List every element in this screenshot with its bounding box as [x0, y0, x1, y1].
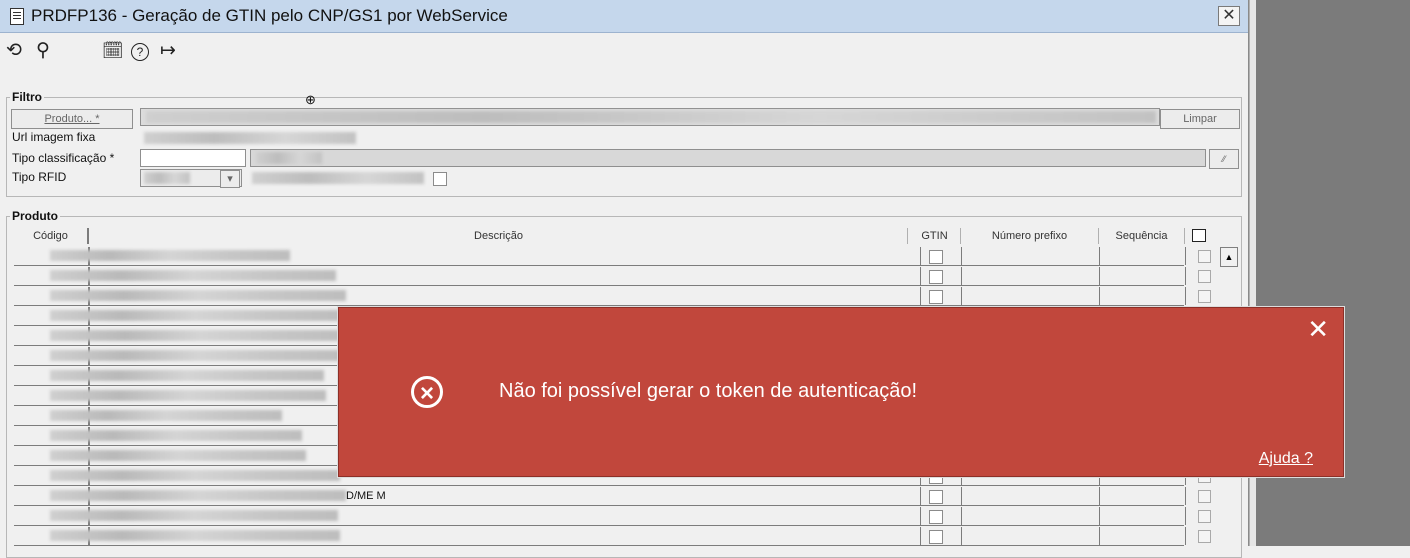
cell-sequencia[interactable] — [1100, 247, 1186, 265]
zoom-cursor-icon: ⊕ — [305, 92, 316, 107]
row-text-blurred — [50, 450, 306, 461]
row-text-blurred — [50, 410, 282, 421]
col-header-sequencia[interactable]: Sequência — [1099, 228, 1185, 244]
undo-icon[interactable]: ⟲ — [6, 41, 22, 61]
table-row[interactable] — [14, 267, 1211, 286]
row-select-checkbox[interactable] — [1198, 270, 1211, 283]
row-text-blurred — [50, 270, 336, 281]
toolbar: ⟲ ⚲ 🗓 ? ↦ — [0, 33, 1248, 69]
cell-sequencia[interactable] — [1100, 527, 1186, 545]
cell-numero-prefixo[interactable] — [962, 507, 1100, 525]
tipo-rfid-dropdown-button[interactable]: ▾ — [220, 170, 240, 188]
toast-close-icon[interactable]: ✕ — [1307, 316, 1329, 342]
tipo-rfid-label: Tipo RFID — [12, 170, 67, 184]
gtin-checkbox[interactable] — [929, 250, 943, 264]
help-icon[interactable]: ? — [131, 43, 149, 61]
rfid-option-checkbox[interactable] — [433, 172, 447, 186]
url-value-blurred — [144, 132, 356, 144]
product-value-blurred — [146, 111, 1156, 123]
row-text-blurred — [50, 310, 340, 321]
tipo-classificacao-desc-field — [250, 149, 1206, 167]
row-text-blurred — [50, 290, 346, 301]
toast-message: Não foi possível gerar o token de autent… — [499, 380, 918, 402]
product-button[interactable]: Produto... * — [11, 109, 133, 129]
table-row[interactable] — [14, 247, 1211, 266]
row-text-blurred — [50, 370, 324, 381]
row-select-checkbox[interactable] — [1198, 530, 1211, 543]
row-text-blurred — [50, 330, 350, 341]
row-select-checkbox[interactable] — [1198, 290, 1211, 303]
cell-numero-prefixo[interactable] — [962, 267, 1100, 285]
scroll-up-button[interactable]: ▲ — [1220, 247, 1238, 267]
title-bar: PRDFP136 - Geração de GTIN pelo CNP/GS1 … — [0, 0, 1248, 33]
cell-sequencia[interactable] — [1100, 287, 1186, 305]
error-circle-icon: × — [411, 376, 443, 408]
search-icon[interactable]: ⚲ — [36, 41, 50, 61]
calendar-icon[interactable]: 🗓 — [102, 41, 124, 61]
row-text-blurred — [50, 250, 290, 261]
window-title: PRDFP136 - Geração de GTIN pelo CNP/GS1 … — [31, 6, 508, 25]
row-text-blurred — [50, 490, 346, 501]
col-header-numero-prefixo[interactable]: Número prefixo — [961, 228, 1099, 244]
toast-help-link[interactable]: Ajuda ? — [1259, 450, 1313, 468]
gtin-checkbox[interactable] — [929, 270, 943, 284]
select-all-checkbox[interactable] — [1192, 229, 1206, 242]
tipo-classificacao-code-field[interactable] — [140, 149, 246, 167]
cell-sequencia[interactable] — [1100, 507, 1186, 525]
close-button[interactable]: ✕ — [1218, 6, 1240, 26]
row-text-blurred — [50, 430, 302, 441]
cell-numero-prefixo[interactable] — [962, 247, 1100, 265]
tipo-classificacao-lookup-button[interactable]: ⁄⁄ — [1209, 149, 1239, 169]
table-row[interactable] — [14, 287, 1211, 306]
row-description-text: D/ME M — [346, 490, 386, 502]
document-icon — [10, 8, 24, 25]
cell-numero-prefixo[interactable] — [962, 527, 1100, 545]
url-image-label: Url imagem fixa — [12, 130, 96, 144]
gtin-checkbox[interactable] — [929, 530, 943, 544]
cell-sequencia[interactable] — [1100, 487, 1186, 505]
row-select-checkbox[interactable] — [1198, 250, 1211, 263]
row-select-checkbox[interactable] — [1198, 510, 1211, 523]
row-text-blurred — [50, 470, 340, 481]
row-text-blurred — [50, 390, 326, 401]
exit-icon[interactable]: ↦ — [160, 41, 176, 61]
tipo-classificacao-blurred — [256, 152, 322, 164]
col-header-descricao[interactable]: Descrição — [90, 228, 908, 244]
table-row[interactable]: D/ME M — [14, 487, 1211, 506]
tipo-classificacao-label: Tipo classificação * — [12, 151, 115, 165]
col-header-codigo[interactable]: Código — [14, 228, 89, 244]
gtin-checkbox[interactable] — [929, 490, 943, 504]
cell-sequencia[interactable] — [1100, 267, 1186, 285]
product-group-label: Produto — [10, 209, 60, 223]
table-row[interactable] — [14, 527, 1211, 546]
row-text-blurred — [50, 530, 340, 541]
rfid-option-blurred — [252, 172, 424, 184]
filter-group-label: Filtro — [10, 90, 44, 104]
row-text-blurred — [50, 350, 346, 361]
gtin-checkbox[interactable] — [929, 510, 943, 524]
clear-button[interactable]: Limpar — [1160, 109, 1240, 129]
error-toast: ✕ × Não foi possível gerar o token de au… — [338, 307, 1344, 477]
cell-numero-prefixo[interactable] — [962, 287, 1100, 305]
tipo-rfid-blurred — [144, 172, 190, 184]
col-header-gtin[interactable]: GTIN — [909, 228, 961, 244]
row-text-blurred — [50, 510, 338, 521]
cell-numero-prefixo[interactable] — [962, 487, 1100, 505]
table-row[interactable] — [14, 507, 1211, 526]
gtin-checkbox[interactable] — [929, 290, 943, 304]
row-select-checkbox[interactable] — [1198, 490, 1211, 503]
